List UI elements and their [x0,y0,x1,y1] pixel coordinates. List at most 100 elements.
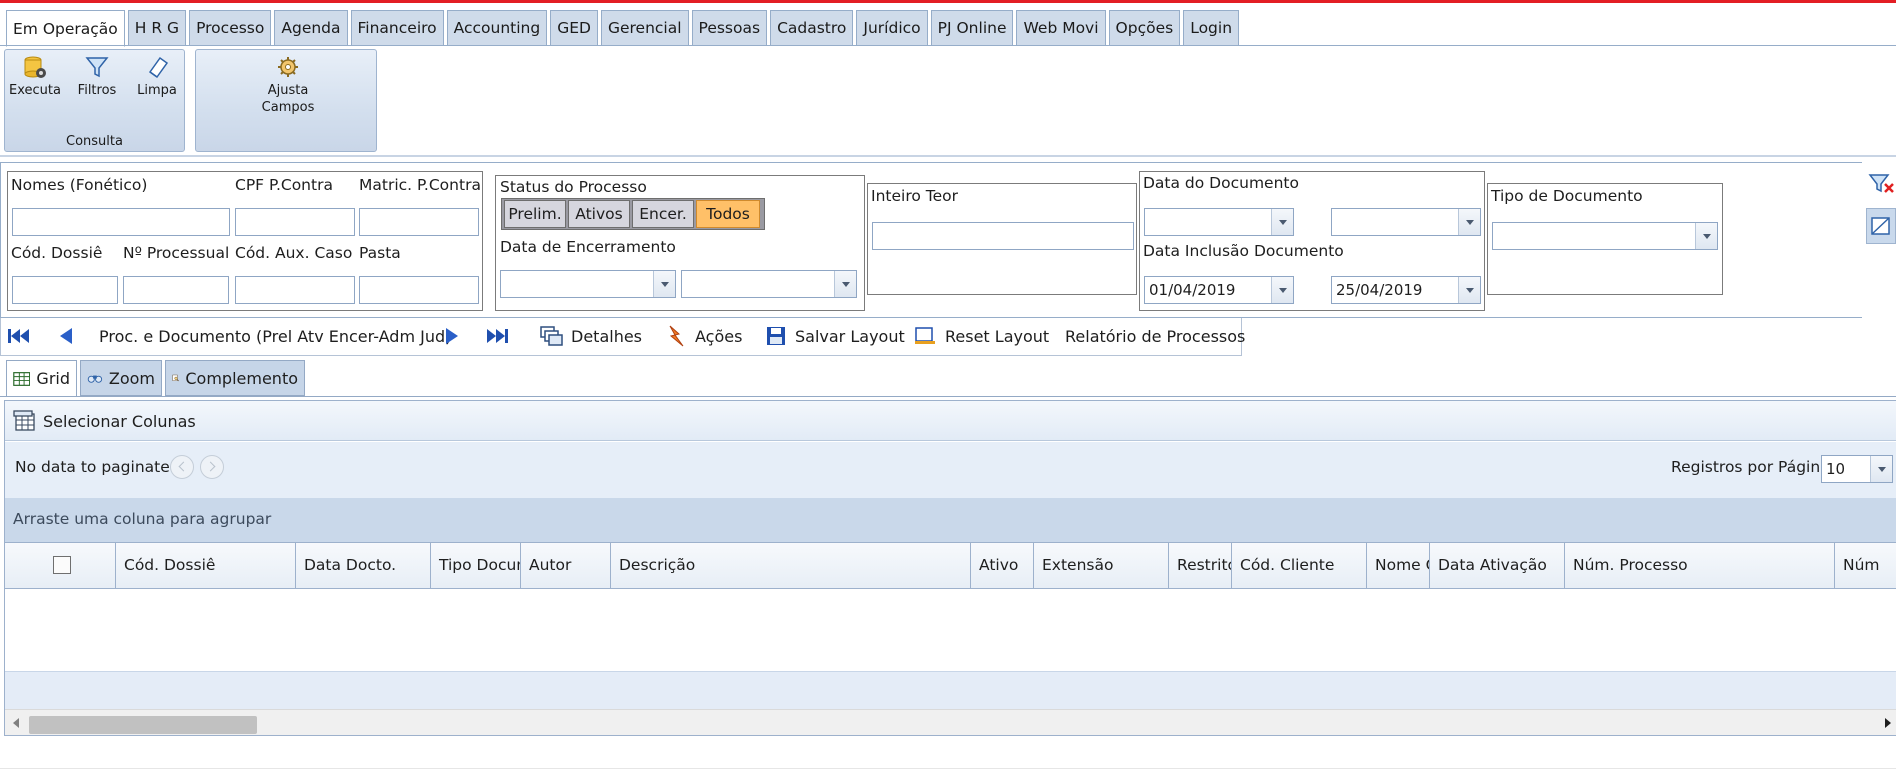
menu-tab-em-operacao[interactable]: Em Operação [6,10,125,47]
menu-tab-ged[interactable]: GED [550,10,598,46]
filter-panel: Nomes (Fonético) CPF P.Contra Matric. P.… [0,162,1862,318]
cpf-input[interactable] [235,208,355,236]
filtros-button[interactable]: Filtros [73,54,121,99]
group-by-panel[interactable]: Arraste uma coluna para agrupar [5,498,1896,542]
reset-layout-button[interactable]: Reset Layout [913,318,1049,354]
menu-tab-opcoes[interactable]: Opções [1108,10,1181,46]
nomes-input[interactable] [12,208,230,236]
menu-tab-processo[interactable]: Processo [189,10,272,46]
top-accent-line [0,0,1896,3]
salvar-layout-button[interactable]: Salvar Layout [765,318,905,354]
column-header-nome-cliente[interactable]: Nome Cliente [1367,543,1430,588]
status-encer-button[interactable]: Encer. [632,200,694,228]
select-all-checkbox[interactable] [53,556,71,574]
menu-tab-gerencial[interactable]: Gerencial [600,10,689,46]
status-todos-button[interactable]: Todos [696,200,760,228]
relatorio-button[interactable]: Relatório de Processos [1065,318,1245,354]
scroll-right-icon[interactable] [1885,718,1891,728]
n-processual-input[interactable] [123,276,229,304]
ajusta-campos-button[interactable]: Ajusta Campos [258,54,318,116]
cod-dossie-input[interactable] [12,276,118,304]
cod-aux-input[interactable] [235,276,355,304]
grid-header-row: Cód. Dossiê Data Docto. Tipo Documento A… [5,542,1896,589]
column-header-cod-dossie[interactable]: Cód. Dossiê [116,543,296,588]
inteiro-teor-input[interactable] [872,222,1134,250]
chevron-down-icon[interactable] [1271,209,1293,235]
database-run-icon [24,56,46,78]
main-menu-tabs: Em Operação H R G Processo Agenda Financ… [6,10,1240,47]
column-header-num[interactable]: Núm [1835,543,1896,588]
column-header-data-docto[interactable]: Data Docto. [296,543,431,588]
column-header-num-processo[interactable]: Núm. Processo [1565,543,1835,588]
chevron-down-icon[interactable] [1695,223,1717,249]
status-prelim-button[interactable]: Prelim. [504,200,566,228]
last-record-button[interactable] [485,318,511,354]
layout-toggle-icon[interactable] [1866,208,1896,244]
menu-tab-agenda[interactable]: Agenda [274,10,348,46]
data-inclusao-from-value: 01/04/2019 [1149,281,1236,299]
column-header-tipo-documento[interactable]: Tipo Documento [431,543,521,588]
data-inclusao-to-combo[interactable]: 25/04/2019 [1331,276,1481,304]
bottom-divider [0,768,1896,769]
tipo-documento-combo[interactable] [1492,222,1718,250]
data-inclusao-from-combo[interactable]: 01/04/2019 [1144,276,1294,304]
filter-clear-icon[interactable] [1868,172,1894,196]
menu-tab-cadastro[interactable]: Cadastro [770,10,854,46]
horizontal-scrollbar[interactable] [5,709,1896,735]
previous-record-button[interactable] [57,318,75,354]
acoes-button[interactable]: Ações [665,318,742,354]
grid-footer [5,671,1896,709]
executa-button[interactable]: Executa [9,54,61,99]
column-header-cod-cliente[interactable]: Cód. Cliente [1232,543,1367,588]
pager-previous-button[interactable] [170,455,194,479]
grid-toolbar: Selecionar Colunas [5,401,1896,441]
menu-tab-hrg[interactable]: H R G [127,10,187,46]
detalhes-button[interactable]: Detalhes [539,318,642,354]
matric-input[interactable] [359,208,479,236]
tab-complemento[interactable]: Complemento [165,360,305,396]
menu-tab-login[interactable]: Login [1183,10,1240,46]
status-ativos-button[interactable]: Ativos [568,200,630,228]
ajusta-label-2: Campos [261,100,315,115]
column-header-restrito[interactable]: Restrito [1169,543,1232,588]
tab-zoom[interactable]: Zoom [80,360,162,396]
pasta-input[interactable] [359,276,479,304]
next-record-button[interactable] [443,318,461,354]
pager-next-button[interactable] [200,455,224,479]
scrollbar-thumb[interactable] [29,716,257,734]
column-header-descricao[interactable]: Descrição [611,543,971,588]
encerramento-from-combo[interactable] [500,270,676,298]
menu-tab-accounting[interactable]: Accounting [446,10,548,46]
tipo-documento-label: Tipo de Documento [1491,187,1643,205]
select-columns-button[interactable]: Selecionar Colunas [13,407,196,435]
cod-dossie-label: Cód. Dossiê [11,244,103,262]
tab-grid-label: Grid [36,369,70,388]
menu-tab-pj-online[interactable]: PJ Online [930,10,1014,46]
column-header-data-ativacao[interactable]: Data Ativação [1430,543,1565,588]
data-documento-to-combo[interactable] [1331,208,1481,236]
chevron-down-icon[interactable] [1271,277,1293,303]
limpa-button[interactable]: Limpa [133,54,181,99]
column-header-ativo[interactable]: Ativo [971,543,1034,588]
chevron-down-icon[interactable] [1870,456,1892,482]
pasta-label: Pasta [359,244,401,262]
tab-complemento-label: Complemento [185,368,298,388]
inteiro-teor-label: Inteiro Teor [871,187,958,205]
chevron-down-icon[interactable] [653,271,675,297]
menu-tab-pessoas[interactable]: Pessoas [691,10,768,46]
menu-tab-web-movi[interactable]: Web Movi [1016,10,1106,46]
column-header-autor[interactable]: Autor [521,543,611,588]
encerramento-to-combo[interactable] [681,270,857,298]
tab-grid[interactable]: Grid [6,360,77,397]
chevron-down-icon[interactable] [1458,209,1480,235]
chevron-down-icon[interactable] [834,271,856,297]
ribbon-group-ajusta: Ajusta Campos [195,49,377,152]
first-record-button[interactable] [7,318,31,354]
menu-tab-financeiro[interactable]: Financeiro [350,10,444,46]
column-header-extensao[interactable]: Extensão [1034,543,1169,588]
data-documento-from-combo[interactable] [1144,208,1294,236]
per-page-select[interactable]: 10 [1821,455,1893,483]
menu-tab-juridico[interactable]: Jurídico [856,10,928,46]
scroll-left-icon[interactable] [13,718,19,728]
chevron-down-icon[interactable] [1458,277,1480,303]
